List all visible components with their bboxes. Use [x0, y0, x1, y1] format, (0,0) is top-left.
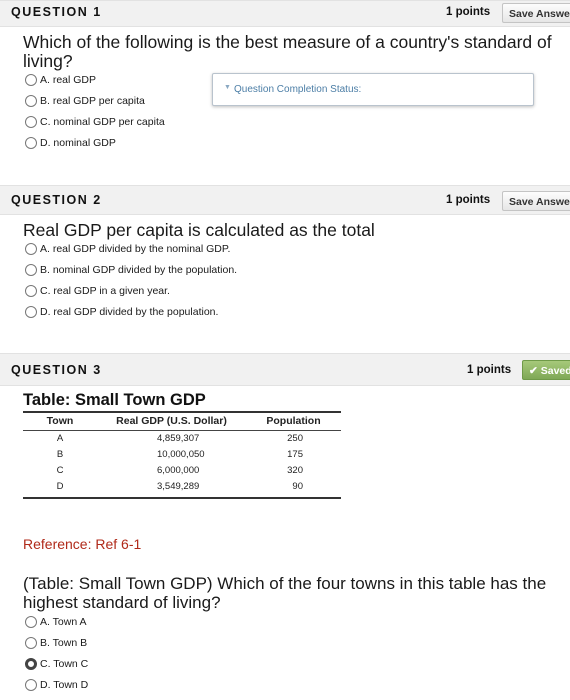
cell-real-gdp: 6,000,000: [157, 465, 200, 476]
radio-button[interactable]: [25, 137, 37, 149]
question-completion-status-label: Question Completion Status:: [234, 84, 362, 95]
question-2-label: QUESTION 2: [11, 193, 102, 207]
question-1-option-b[interactable]: B. real GDP per capita: [25, 93, 145, 109]
table-title: Table: Small Town GDP: [23, 391, 206, 409]
cell-population: 90: [246, 479, 341, 499]
radio-button[interactable]: [25, 616, 37, 628]
question-2-points: 1 points: [446, 194, 491, 206]
column-header-town: Town: [23, 411, 97, 431]
question-1-option-c[interactable]: C. nominal GDP per capita: [25, 114, 165, 130]
question-2-option-d[interactable]: D. real GDP divided by the population.: [25, 304, 218, 320]
collapse-triangle-icon[interactable]: ▼: [224, 84, 231, 91]
question-2-option-a[interactable]: A. real GDP divided by the nominal GDP.: [25, 241, 230, 257]
table-row: A 4,859,307 250: [23, 431, 341, 448]
radio-button[interactable]: [25, 116, 37, 128]
option-label: D. Town D: [40, 679, 89, 691]
radio-button[interactable]: [25, 285, 37, 297]
radio-button[interactable]: [25, 243, 37, 255]
option-label: B. Town B: [40, 637, 88, 649]
radio-button[interactable]: [25, 637, 37, 649]
reference-text: Reference: Ref 6-1: [23, 536, 142, 552]
option-label: D. real GDP divided by the population.: [40, 306, 219, 318]
question-3-prompt: (Table: Small Town GDP) Which of the fou…: [23, 574, 547, 612]
question-3-option-a[interactable]: A. Town A: [25, 614, 87, 630]
option-label: C. Town C: [40, 658, 89, 670]
option-label: C. real GDP in a given year.: [40, 285, 170, 297]
question-1-points: 1 points: [446, 6, 491, 18]
cell-real-gdp: 4,859,307: [157, 433, 200, 444]
question-2-option-c[interactable]: C. real GDP in a given year.: [25, 283, 170, 299]
question-3-option-c[interactable]: C. Town C: [25, 656, 88, 672]
question-3-points: 1 points: [467, 364, 512, 376]
question-1-save-answer-button[interactable]: Save Answer: [502, 3, 570, 23]
radio-button[interactable]: [25, 306, 37, 318]
radio-button[interactable]: [25, 679, 37, 691]
question-3-option-d[interactable]: D. Town D: [25, 677, 88, 693]
cell-population: 250: [287, 433, 303, 444]
cell-town: D: [23, 479, 97, 499]
table-row: B 10,000,050 175: [23, 447, 341, 463]
option-label: A. Town A: [40, 616, 87, 628]
option-label: B. real GDP per capita: [40, 95, 145, 107]
option-label: C. nominal GDP per capita: [40, 116, 165, 128]
question-3-saved-button[interactable]: ✔ Saved: [522, 360, 570, 380]
question-3-header: QUESTION 3 1 points ✔ Saved: [0, 353, 570, 386]
question-3-label: QUESTION 3: [11, 363, 102, 377]
question-1-option-a[interactable]: A. real GDP: [25, 72, 96, 88]
option-label: B. nominal GDP divided by the population…: [40, 264, 238, 276]
cell-town: B: [56, 449, 64, 460]
question-2-option-b[interactable]: B. nominal GDP divided by the population…: [25, 262, 237, 278]
table-row: D 3,549,289 90: [23, 479, 341, 499]
table-header-row: Town Real GDP (U.S. Dollar) Population: [23, 411, 341, 431]
cell-real-gdp: 3,549,289: [97, 479, 246, 499]
question-3-option-b[interactable]: B. Town B: [25, 635, 87, 651]
option-label: A. real GDP divided by the nominal GDP.: [40, 243, 231, 255]
question-1-label: QUESTION 1: [11, 5, 102, 19]
radio-button[interactable]: [25, 95, 37, 107]
cell-town: C: [56, 465, 64, 476]
column-header-population: Population: [246, 411, 341, 431]
cell-population: 320: [287, 465, 303, 476]
small-town-gdp-table: Town Real GDP (U.S. Dollar) Population A…: [23, 411, 341, 499]
question-1-header: QUESTION 1 1 points Save Answer: [0, 0, 570, 27]
saved-label: Saved: [540, 365, 570, 377]
option-label: A. real GDP: [40, 74, 97, 86]
question-1-option-d[interactable]: D. nominal GDP: [25, 135, 116, 151]
column-header-real-gdp: Real GDP (U.S. Dollar): [97, 411, 246, 431]
question-2-prompt: Real GDP per capita is calculated as the…: [23, 220, 375, 240]
cell-population: 175: [287, 449, 303, 460]
question-2-save-answer-button[interactable]: Save Answer: [502, 191, 570, 211]
option-label: D. nominal GDP: [40, 137, 116, 149]
cell-town: A: [56, 433, 64, 444]
question-2-header: QUESTION 2 1 points Save Answer: [0, 185, 570, 215]
cell-real-gdp: 10,000,050: [157, 449, 205, 460]
radio-button-selected[interactable]: [25, 658, 37, 670]
question-1-prompt: Which of the following is the best measu…: [23, 32, 552, 71]
radio-button[interactable]: [25, 264, 37, 276]
question-completion-status-panel[interactable]: ▼ Question Completion Status:: [212, 73, 534, 106]
table-row: C 6,000,000 320: [23, 463, 341, 479]
radio-button[interactable]: [25, 74, 37, 86]
check-icon: ✔: [529, 365, 538, 377]
